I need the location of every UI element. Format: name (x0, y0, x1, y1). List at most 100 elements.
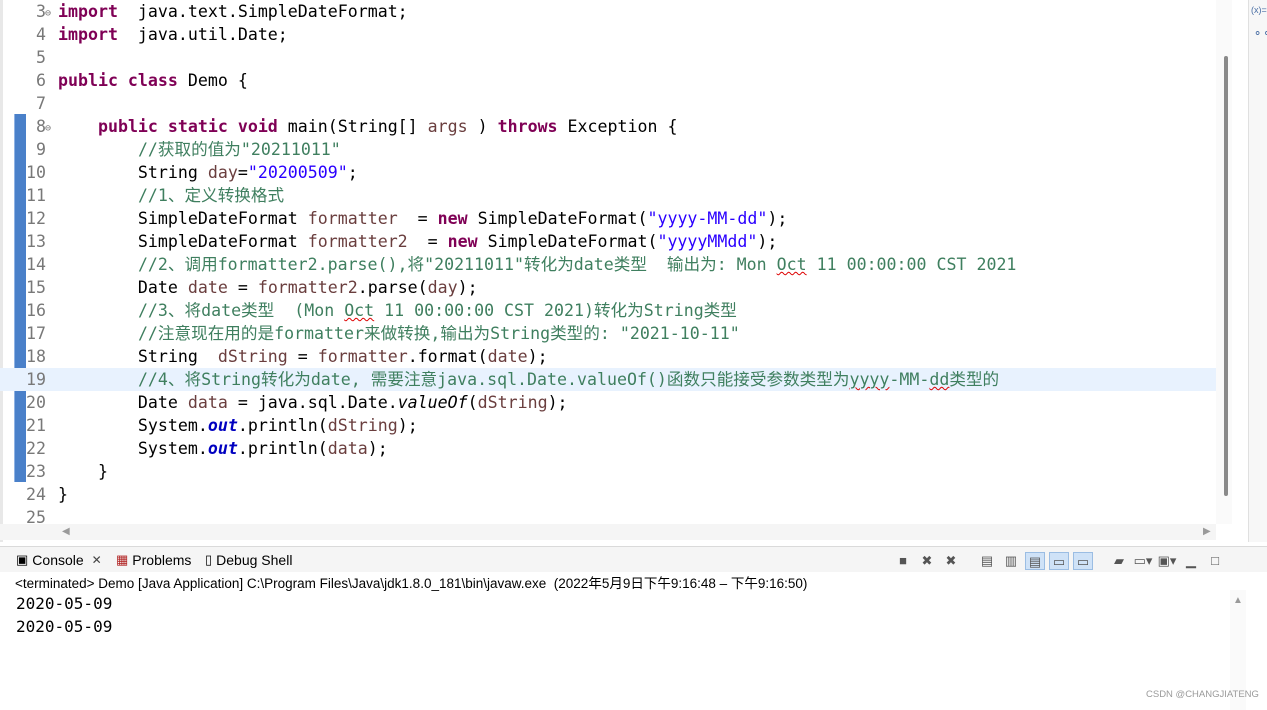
line-number: 20 (26, 393, 46, 412)
code-line[interactable]: 22 System.out.println(data); (0, 437, 1216, 460)
code-token: ); (367, 439, 388, 458)
close-icon[interactable]: ✕ (92, 553, 102, 567)
code-text: Date data = java.sql.Date.valueOf(dStrin… (58, 391, 568, 414)
code-line[interactable]: 3 ⊖ import java.text.SimpleDateFormat; (0, 0, 1216, 23)
code-token: dString (477, 393, 548, 412)
code-line[interactable]: 15 Date date = formatter2.parse(day); (0, 276, 1216, 299)
code-token: Demo { (177, 71, 248, 90)
code-line[interactable]: 8 ⊖ public static void main(String[] args… (0, 115, 1216, 138)
code-line[interactable]: 18 String dString = formatter.format(dat… (0, 345, 1216, 368)
code-text: SimpleDateFormat formatter2 = new Simple… (58, 230, 777, 253)
fold-icon[interactable]: ⊖ (45, 2, 51, 25)
code-token: SimpleDateFormat (58, 209, 308, 228)
variables-icon[interactable]: (x)= (1251, 5, 1267, 15)
display-console-icon[interactable]: ▭▾ (1133, 552, 1153, 570)
code-area[interactable]: 3 ⊖ import java.text.SimpleDateFormat; 4 imp… (0, 0, 1216, 524)
code-token: import (58, 25, 118, 44)
code-line[interactable]: 6 public class Demo { (0, 69, 1216, 92)
code-line[interactable]: 7 (0, 92, 1216, 115)
code-text: //注意现在用的是formatter来做转换,输出为String类型的: "20… (58, 322, 740, 345)
code-text: //1、定义转换格式 (58, 184, 284, 207)
code-line[interactable]: 11 //1、定义转换格式 (0, 184, 1216, 207)
line-number: 10 (26, 163, 46, 182)
code-token: 11 00:00:00 CST 2021)转化为String类型 (374, 301, 737, 320)
code-token: .format( (407, 347, 488, 366)
code-line[interactable]: 17 //注意现在用的是formatter来做转换,输出为String类型的: … (0, 322, 1216, 345)
code-line[interactable]: 25 (0, 506, 1216, 524)
code-text: //获取的值为"20211011" (58, 138, 341, 161)
console-icon: ▣ (16, 552, 29, 567)
minimize-icon[interactable]: ▁ (1181, 552, 1201, 570)
terminate-icon[interactable]: ■ (893, 552, 913, 570)
code-token: .println( (237, 439, 328, 458)
code-token: public class (58, 71, 178, 90)
code-token: public static void (97, 117, 278, 136)
open-console-icon[interactable]: ▣▾ (1157, 552, 1177, 570)
code-text: //2、调用formatter2.parse(),将"20211011"转化为d… (58, 253, 1016, 276)
code-line[interactable]: 24} (0, 483, 1216, 506)
code-line[interactable]: 9 //获取的值为"20211011" (0, 138, 1216, 161)
vertical-scroll-thumb[interactable] (1224, 56, 1228, 496)
word-wrap-icon[interactable]: ▤ (1025, 552, 1045, 570)
scroll-lock-icon[interactable]: ▥ (1001, 552, 1021, 570)
line-number: 19 (26, 370, 46, 389)
code-line[interactable]: 20 Date data = java.sql.Date.valueOf(dSt… (0, 391, 1216, 414)
scroll-left-icon[interactable]: ◀ (62, 526, 70, 537)
remove-launch-icon[interactable]: ✖ (917, 552, 937, 570)
pin-console-icon[interactable]: ▰ (1109, 552, 1129, 570)
code-token: "yyyy-MM-dd" (647, 209, 768, 228)
line-number: 21 (26, 416, 46, 435)
remove-all-terminated-icon[interactable]: ✖ (941, 552, 961, 570)
code-line[interactable]: 16 //3、将date类型 (Mon Oct 11 00:00:00 CST … (0, 299, 1216, 322)
code-token: throws (497, 117, 558, 136)
code-token: Date (58, 278, 188, 297)
show-on-stdout-icon[interactable]: ▭ (1049, 552, 1069, 570)
code-token: = (397, 209, 438, 228)
maximize-icon[interactable]: □ (1205, 552, 1225, 570)
code-token: System. (58, 416, 208, 435)
code-line[interactable]: 5 (0, 46, 1216, 69)
code-text: Date date = formatter2.parse(day); (58, 276, 478, 299)
code-token: "yyyyMMdd" (657, 232, 758, 251)
line-number: 13 (26, 232, 46, 251)
fold-icon[interactable]: ⊖ (45, 117, 51, 140)
tab-debug-shell[interactable]: ▯ Debug Shell (205, 552, 292, 568)
code-line[interactable]: 14 //2、调用formatter2.parse(),将"20211011"转… (0, 253, 1216, 276)
code-line[interactable]: 12 SimpleDateFormat formatter = new Simp… (0, 207, 1216, 230)
scroll-up-icon[interactable]: ▲ (1233, 595, 1243, 606)
line-number: 24 (26, 485, 46, 504)
code-editor[interactable]: 3 ⊖ import java.text.SimpleDateFormat; 4 imp… (0, 0, 1232, 542)
code-line[interactable]: 10 String day="20200509"; (0, 161, 1216, 184)
code-line[interactable]: 13 SimpleDateFormat formatter2 = new Sim… (0, 230, 1216, 253)
console-view: ▣ Console ✕ ▦ Problems ▯ Debug Shell ■ ✖… (0, 542, 1267, 710)
code-token: 类型的 (949, 370, 1000, 389)
code-text: public class Demo { (58, 69, 248, 92)
scroll-right-icon[interactable]: ▶ (1203, 526, 1211, 537)
code-line[interactable]: 23 } (0, 460, 1216, 483)
code-text: import java.util.Date; (58, 23, 288, 46)
line-number: 11 (26, 186, 46, 205)
code-token: out (207, 439, 238, 458)
clear-console-icon[interactable]: ▤ (977, 552, 997, 570)
code-token: day (427, 278, 458, 297)
tab-problems[interactable]: ▦ Problems (116, 552, 191, 568)
tab-console[interactable]: ▣ Console ✕ (16, 552, 102, 568)
code-line[interactable]: 21 System.out.println(dString); (0, 414, 1216, 437)
code-token: //3、将date类型 (Mon (137, 301, 345, 320)
code-token: Oct (776, 255, 807, 274)
code-token: Date (58, 393, 188, 412)
code-token: out (207, 416, 238, 435)
code-line[interactable]: 4 import java.util.Date; (0, 23, 1216, 46)
code-line[interactable]: 19 //4、将String转化为date, 需要注意java.sql.Date… (0, 368, 1216, 391)
horizontal-scrollbar[interactable]: ◀ ▶ (0, 524, 1216, 540)
code-token: ); (767, 209, 788, 228)
breakpoints-icon[interactable]: ⚬⚬ (1253, 27, 1267, 40)
code-token: data (327, 439, 368, 458)
show-on-stderr-icon[interactable]: ▭ (1073, 552, 1093, 570)
console-output[interactable]: 2020-05-09 2020-05-09 (16, 592, 112, 638)
line-number: 12 (26, 209, 46, 228)
